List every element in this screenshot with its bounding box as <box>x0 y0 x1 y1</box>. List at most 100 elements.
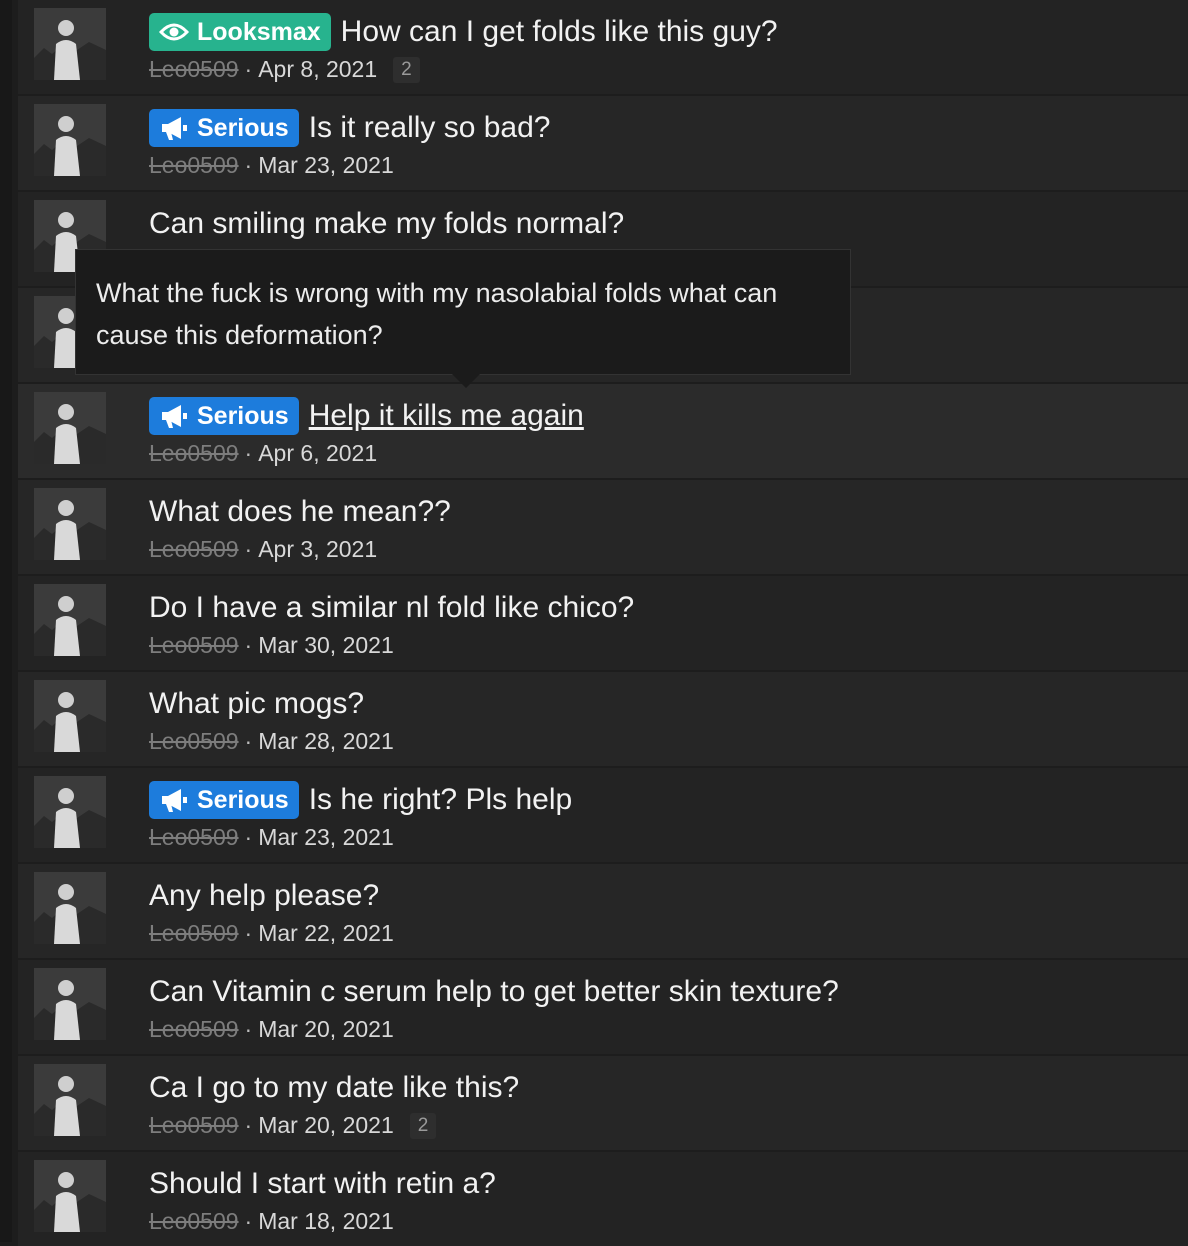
thread-row[interactable]: Looksmax How can I get folds like this g… <box>18 0 1188 94</box>
thread-title[interactable]: Ca I go to my date like this? <box>149 1071 519 1105</box>
meta-separator: · <box>244 536 253 562</box>
meta-separator: · <box>244 440 253 466</box>
megaphone-icon <box>162 405 187 428</box>
person-photo <box>34 1064 106 1136</box>
thread-row[interactable]: Ca I go to my date like this? Leo0509 · … <box>18 1056 1188 1150</box>
prefix-badge[interactable]: Serious <box>149 397 299 435</box>
thread-row[interactable]: Do I have a similar nl fold like chico? … <box>18 576 1188 670</box>
prefix-badge[interactable]: Serious <box>149 109 299 147</box>
meta-separator: · <box>244 824 253 850</box>
thread-date[interactable]: Apr 8, 2021 <box>258 56 377 83</box>
avatar[interactable] <box>34 872 106 944</box>
thread-date[interactable]: Mar 22, 2021 <box>258 920 394 947</box>
author-name[interactable]: Leo0509 <box>149 152 239 179</box>
thread-row[interactable]: Serious Help it kills me again Leo0509 ·… <box>18 384 1188 478</box>
author-name[interactable]: Leo0509 <box>149 824 239 851</box>
avatar[interactable] <box>34 1064 106 1136</box>
person-photo <box>34 968 106 1040</box>
thread-title[interactable]: Can smiling make my folds normal? <box>149 207 624 241</box>
thread-title-line: What does he mean?? <box>149 492 451 532</box>
thread-title-line: Serious Help it kills me again <box>149 396 584 436</box>
thread-title-line: Should I start with retin a? <box>149 1164 496 1204</box>
thread-title-line: Any help please? <box>149 876 379 916</box>
thread-title-line: Looksmax How can I get folds like this g… <box>149 12 778 52</box>
avatar[interactable] <box>34 392 106 464</box>
avatar[interactable] <box>34 680 106 752</box>
thread-meta: Leo0509 · Mar 28, 2021 <box>149 728 394 755</box>
author-name[interactable]: Leo0509 <box>149 1208 239 1235</box>
thread-row[interactable]: Should I start with retin a? Leo0509 · M… <box>18 1152 1188 1246</box>
thread-date[interactable]: Mar 28, 2021 <box>258 728 394 755</box>
avatar[interactable] <box>34 8 106 80</box>
person-photo <box>34 488 106 560</box>
avatar[interactable] <box>34 968 106 1040</box>
thread-title-line: Serious Is it really so bad? <box>149 108 551 148</box>
prefix-badge[interactable]: Serious <box>149 781 299 819</box>
thread-title[interactable]: Help it kills me again <box>309 399 584 433</box>
author-name[interactable]: Leo0509 <box>149 440 239 467</box>
author-name[interactable]: Leo0509 <box>149 1016 239 1043</box>
thread-title[interactable]: Is he right? Pls help <box>309 783 572 817</box>
author-name[interactable]: Leo0509 <box>149 632 239 659</box>
thread-date[interactable]: Mar 23, 2021 <box>258 152 394 179</box>
thread-row[interactable]: Serious Is it really so bad? Leo0509 · M… <box>18 96 1188 190</box>
thread-preview-tooltip: What the fuck is wrong with my nasolabia… <box>75 249 851 375</box>
thread-title[interactable]: Should I start with retin a? <box>149 1167 496 1201</box>
thread-title[interactable]: Do I have a similar nl fold like chico? <box>149 591 634 625</box>
meta-separator: · <box>244 632 253 658</box>
thread-date[interactable]: Mar 30, 2021 <box>258 632 394 659</box>
thread-meta: Leo0509 · Mar 18, 2021 <box>149 1208 394 1235</box>
thread-date[interactable]: Apr 6, 2021 <box>258 440 377 467</box>
meta-separator: · <box>244 1208 253 1234</box>
thread-meta: Leo0509 · Mar 20, 2021 2 <box>149 1112 437 1139</box>
thread-meta: Leo0509 · Mar 23, 2021 <box>149 152 394 179</box>
thread-row[interactable]: Serious Is he right? Pls help Leo0509 · … <box>18 768 1188 862</box>
thread-date[interactable]: Apr 3, 2021 <box>258 536 377 563</box>
person-photo <box>34 8 106 80</box>
author-name[interactable]: Leo0509 <box>149 920 239 947</box>
thread-title-line: Can Vitamin c serum help to get better s… <box>149 972 839 1012</box>
thread-date[interactable]: Mar 20, 2021 <box>258 1112 394 1139</box>
megaphone-icon <box>162 117 187 140</box>
avatar[interactable] <box>34 584 106 656</box>
thread-date[interactable]: Mar 23, 2021 <box>258 824 394 851</box>
thread-row[interactable]: Can Vitamin c serum help to get better s… <box>18 960 1188 1054</box>
prefix-label: Serious <box>197 401 289 430</box>
thread-title[interactable]: Can Vitamin c serum help to get better s… <box>149 975 839 1009</box>
thread-title[interactable]: Any help please? <box>149 879 379 913</box>
thread-meta: Leo0509 · Apr 3, 2021 <box>149 536 377 563</box>
meta-separator: · <box>244 728 253 754</box>
thread-row[interactable]: Any help please? Leo0509 · Mar 22, 2021 <box>18 864 1188 958</box>
thread-date[interactable]: Mar 18, 2021 <box>258 1208 394 1235</box>
meta-separator: · <box>244 56 253 82</box>
thread-row[interactable]: What pic mogs? Leo0509 · Mar 28, 2021 <box>18 672 1188 766</box>
thread-row[interactable]: What does he mean?? Leo0509 · Apr 3, 202… <box>18 480 1188 574</box>
thread-title-line: Serious Is he right? Pls help <box>149 780 572 820</box>
avatar[interactable] <box>34 488 106 560</box>
page-edge <box>0 0 12 1242</box>
thread-meta: Leo0509 · Apr 6, 2021 <box>149 440 377 467</box>
prefix-label: Looksmax <box>197 17 321 46</box>
author-name[interactable]: Leo0509 <box>149 728 239 755</box>
thread-date[interactable]: Mar 20, 2021 <box>258 1016 394 1043</box>
thread-meta: Leo0509 · Apr 8, 2021 2 <box>149 56 420 83</box>
thread-title[interactable]: What does he mean?? <box>149 495 451 529</box>
avatar[interactable] <box>34 104 106 176</box>
meta-separator: · <box>244 1016 253 1042</box>
thread-title[interactable]: How can I get folds like this guy? <box>341 15 778 49</box>
reply-count: 2 <box>393 56 420 83</box>
avatar[interactable] <box>34 1160 106 1232</box>
prefix-badge[interactable]: Looksmax <box>149 13 331 51</box>
thread-title[interactable]: Is it really so bad? <box>309 111 551 145</box>
reply-count: 2 <box>409 1112 437 1139</box>
meta-separator: · <box>244 1112 253 1138</box>
author-name[interactable]: Leo0509 <box>149 56 239 83</box>
author-name[interactable]: Leo0509 <box>149 1112 239 1139</box>
thread-title[interactable]: What pic mogs? <box>149 687 364 721</box>
author-name[interactable]: Leo0509 <box>149 536 239 563</box>
prefix-label: Serious <box>197 113 289 142</box>
avatar[interactable] <box>34 776 106 848</box>
thread-title-line: What pic mogs? <box>149 684 364 724</box>
thread-meta: Leo0509 · Mar 20, 2021 <box>149 1016 394 1043</box>
person-photo <box>34 680 106 752</box>
